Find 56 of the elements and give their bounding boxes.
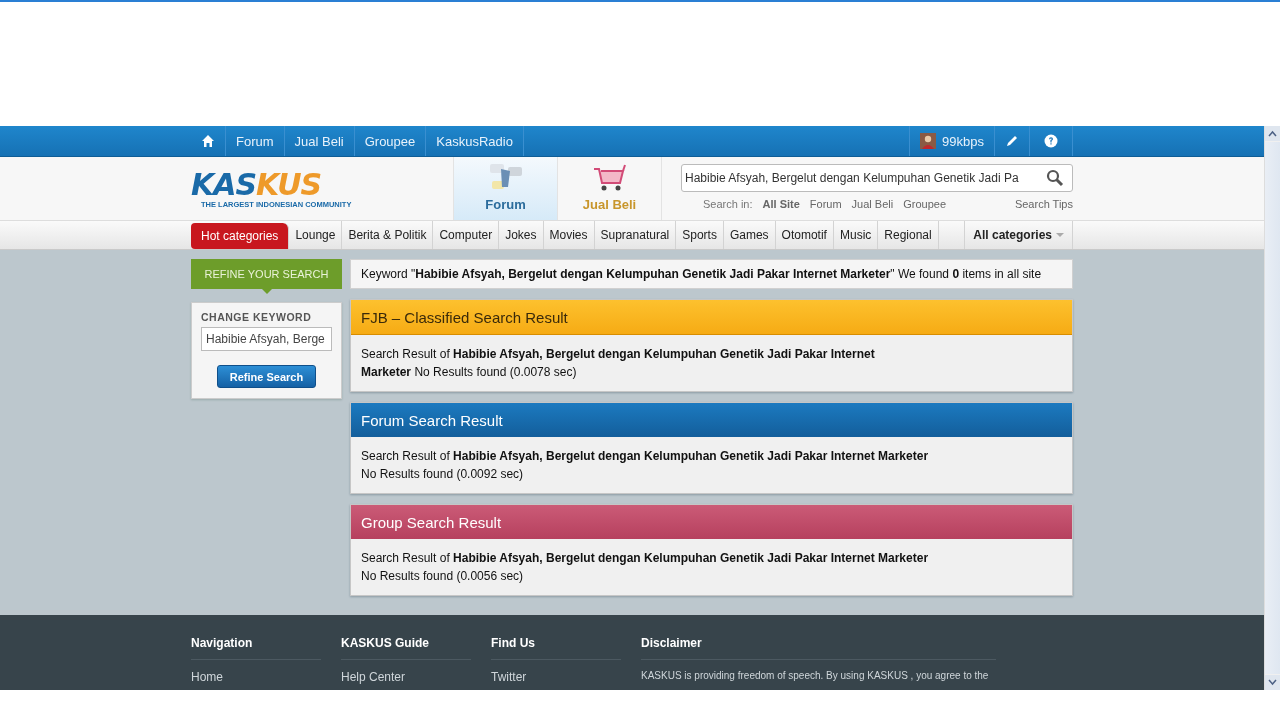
search-field[interactable]: Habibie Afsyah, Bergelut dengan Kelumpuhan Genetik Jadi Pa [681, 164, 1073, 192]
footer-heading: Navigation [191, 636, 321, 660]
footer-heading: Find Us [491, 636, 621, 660]
panel-title: FJB – Classified Search Result [351, 300, 1072, 335]
category-link[interactable]: Movies [543, 221, 595, 249]
search-tips-link[interactable]: Search Tips [1014, 198, 1073, 210]
result-text: Search Result of Habibie Afsyah, Bergelut dengan Kelumpuhan Genetik Jadi Pakar Internet Marketer No Results found (0.0056 sec) [361, 550, 930, 585]
change-keyword-label: CHANGE KEYWORD [201, 311, 313, 323]
user-menu[interactable]: 99kbps [909, 126, 995, 156]
category-link[interactable]: Computer [433, 221, 500, 249]
category-link[interactable]: Regional [878, 221, 939, 249]
section-tab[interactable]: Forum [453, 157, 557, 220]
footer-link[interactable]: Home [191, 670, 321, 684]
panel-title: Group Search Result [351, 505, 1072, 539]
refine-search-button[interactable]: Refine Search [217, 365, 316, 388]
category-link[interactable]: Lounge [289, 221, 343, 249]
category-link[interactable]: Games [723, 221, 776, 249]
category-link[interactable]: Music [833, 221, 879, 249]
search-icon[interactable] [1046, 169, 1064, 187]
search-scope-label: Search in: [703, 198, 753, 210]
search-scope-option[interactable]: All Site [762, 198, 800, 210]
avatar-icon [920, 133, 937, 149]
caret-icon [1056, 233, 1064, 237]
disclaimer-text: KASKUS is providing freedom of speech. By using KASKUS , you agree to the [641, 670, 990, 682]
pointer-arrow [261, 289, 272, 294]
nav-link[interactable]: Forum [226, 126, 285, 156]
scroll-down-icon[interactable] [1265, 675, 1280, 690]
result-text: Search Result of Habibie Afsyah, Bergelut dengan Kelumpuhan Genetik Jadi Pakar Internet Marketer No Results found (0.0078 sec) [361, 346, 876, 381]
category-link[interactable]: Sports [676, 221, 724, 249]
result-text: Search Result of Habibie Afsyah, Bergelut dengan Kelumpuhan Genetik Jadi Pakar Internet Marketer No Results found (0.0092 sec) [361, 448, 930, 483]
search-scope-option[interactable]: Jual Beli [851, 198, 894, 210]
refine-header: REFINE YOUR SEARCH [191, 259, 342, 289]
nav-link[interactable]: Jual Beli [284, 126, 355, 156]
search-scope-option[interactable]: Groupee [903, 198, 946, 210]
footer-heading: Disclaimer [641, 636, 996, 660]
footer-heading: KASKUS Guide [341, 636, 471, 660]
search-scope-option[interactable]: Forum [809, 198, 842, 210]
footer-link[interactable]: Help Center [341, 670, 471, 684]
panel-title: Forum Search Result [351, 403, 1072, 437]
home-icon [201, 134, 215, 148]
cart-icon [591, 163, 628, 193]
scroll-up-icon[interactable] [1265, 126, 1280, 141]
category-link[interactable]: Otomotif [775, 221, 834, 249]
footer-link[interactable]: Twitter [491, 670, 621, 684]
category-link[interactable]: Berita & Politik [342, 221, 434, 249]
category-link[interactable]: Supranatural [594, 221, 677, 249]
nav-link[interactable]: KaskusRadio [426, 126, 524, 156]
help-icon [1044, 134, 1058, 148]
kaskus-logo[interactable]: KASKUS [191, 168, 322, 200]
all-categories-menu[interactable]: All categories [964, 221, 1073, 249]
search-summary: Keyword "Habibie Afsyah, Bergelut dengan Kelumpuhan Genetik Jadi Pakar Internet Marketer" We found 0 items in all site [350, 259, 1073, 289]
hot-categories-tab[interactable]: Hot categories [191, 223, 290, 249]
nav-link[interactable]: Groupee [354, 126, 427, 156]
category-link[interactable]: Jokes [499, 221, 544, 249]
keyword-field[interactable]: Habibie Afsyah, Berge [201, 327, 332, 351]
pencil-icon [1005, 134, 1019, 148]
